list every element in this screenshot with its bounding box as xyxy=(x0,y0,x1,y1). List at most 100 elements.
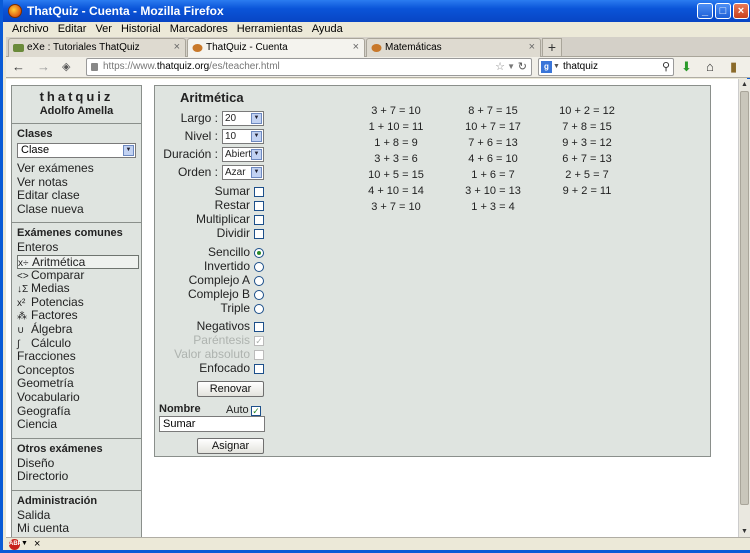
menu-marcadores[interactable]: Marcadores xyxy=(170,22,228,36)
scroll-up-arrow-icon[interactable]: ▲ xyxy=(739,79,750,90)
lock-icon xyxy=(91,63,98,71)
tab-label: ThatQuiz - Cuenta xyxy=(206,42,288,53)
search-magnifier-icon[interactable]: ⚲ xyxy=(662,59,670,75)
algebra-icon: ∪ xyxy=(17,324,25,336)
dividir-checkbox[interactable] xyxy=(254,229,264,239)
sidebar-link-salida[interactable]: Salida xyxy=(17,508,141,523)
history-dropdown-icon[interactable]: ▼ xyxy=(507,59,515,75)
sidebar-item-fracciones[interactable]: Fracciones xyxy=(17,349,141,364)
largo-value: 20 xyxy=(225,113,237,124)
google-search-engine-icon[interactable]: g xyxy=(541,61,552,73)
complejo-b-radio[interactable] xyxy=(254,290,264,300)
sidebar-item-geografia[interactable]: Geografía xyxy=(17,404,141,419)
class-select[interactable]: Clase ▼ xyxy=(17,143,136,158)
sidebar-link-directorio[interactable]: Directorio xyxy=(17,470,141,484)
tab-exe-tutoriales[interactable]: eXe : Tutoriales ThatQuiz × xyxy=(8,38,186,57)
sidebar-item-label: Factores xyxy=(31,308,78,323)
sidebar-link-clase-nueva[interactable]: Clase nueva xyxy=(17,202,141,217)
close-tab-icon[interactable]: × xyxy=(174,39,180,56)
scroll-down-arrow-icon[interactable]: ▼ xyxy=(739,526,750,537)
sidebar-link-mi-cuenta[interactable]: Mi cuenta xyxy=(17,522,141,536)
site-identity-icon[interactable]: ◈ xyxy=(62,60,70,74)
section-examenes-comunes: Exámenes comunes Enteros x÷ Aritmética <> Co… xyxy=(12,222,141,431)
bookmark-star-icon[interactable]: ☆ xyxy=(495,59,505,75)
triple-radio[interactable] xyxy=(254,304,264,314)
enfocado-checkbox[interactable] xyxy=(254,364,264,374)
sidebar-item-comparar[interactable]: <> Comparar xyxy=(17,267,141,283)
sidebar-link-ver-notas[interactable]: Ver notas xyxy=(17,175,141,190)
sumar-checkbox[interactable] xyxy=(254,187,264,197)
sidebar-item-label: Comparar xyxy=(31,267,85,282)
sidebar-link-diseno[interactable]: Diseño xyxy=(17,456,141,471)
sidebar-item-label: Potencias xyxy=(31,294,84,309)
vertical-scrollbar[interactable]: ▲ ▼ xyxy=(738,79,750,537)
adblock-dropdown-icon[interactable]: ▼ xyxy=(21,538,28,550)
parentesis-checkbox: ✓ xyxy=(254,336,264,346)
sidebar-item-label: Vocabulario xyxy=(17,389,80,404)
bookmarks-icon[interactable]: ▮ xyxy=(730,60,737,74)
search-bar[interactable]: g ▼ thatquiz ⚲ xyxy=(538,58,674,76)
adblock-icon[interactable]: ABP xyxy=(9,539,22,550)
close-tab-icon[interactable]: × xyxy=(529,39,535,56)
orden-select[interactable]: Azar ▼ xyxy=(222,165,264,180)
duracion-select[interactable]: Abierto ▼ xyxy=(222,147,264,162)
url-bar[interactable]: https://www.thatquiz.org/es/teacher.html… xyxy=(86,58,532,76)
close-window-button[interactable]: × xyxy=(733,3,749,19)
sidebar-item-algebra[interactable]: ∪ Álgebra xyxy=(17,322,141,337)
sidebar-item-vocabulario[interactable]: Vocabulario xyxy=(17,389,141,405)
sidebar-item-ciencia[interactable]: Ciencia xyxy=(17,417,141,432)
scroll-thumb[interactable] xyxy=(740,91,749,505)
sidebar-item-conceptos[interactable]: Conceptos xyxy=(17,363,141,378)
close-addon-bar-icon[interactable]: × xyxy=(34,538,40,550)
menu-ayuda[interactable]: Ayuda xyxy=(312,22,343,36)
orden-label: Orden : xyxy=(177,165,218,179)
menu-editar[interactable]: Editar xyxy=(58,22,87,36)
sidebar-link-ver-examenes[interactable]: Ver exámenes xyxy=(17,161,141,176)
close-tab-icon[interactable]: × xyxy=(353,39,359,56)
menu-archivo[interactable]: Archivo xyxy=(12,22,49,36)
sidebar-item-potencias[interactable]: x² Potencias xyxy=(17,294,141,310)
renovar-button[interactable]: Renovar xyxy=(197,381,264,397)
sidebar-item-medias[interactable]: ↓Σ Medias xyxy=(17,281,141,296)
auto-checkbox[interactable]: ✓ xyxy=(251,406,261,416)
new-tab-button[interactable]: + xyxy=(542,38,562,57)
engine-dropdown-icon[interactable]: ▼ xyxy=(553,59,560,75)
reload-icon[interactable]: ↻ xyxy=(518,59,527,75)
potencias-icon: x² xyxy=(17,297,26,309)
sidebar-item-geometria[interactable]: Geometría xyxy=(17,377,141,391)
nivel-value: 10 xyxy=(225,131,237,142)
restar-checkbox[interactable] xyxy=(254,201,264,211)
chevron-down-icon: ▼ xyxy=(251,113,262,124)
section-otros-examenes: Otros exámenes Diseño Directorio xyxy=(12,437,141,484)
download-arrow-icon[interactable]: ⬇ xyxy=(681,60,692,74)
nivel-select[interactable]: 10 ▼ xyxy=(222,129,264,144)
menu-historial[interactable]: Historial xyxy=(121,22,161,36)
negativos-checkbox[interactable] xyxy=(254,322,264,332)
sidebar-item-aritmetica[interactable]: x÷ Aritmética xyxy=(17,254,139,269)
back-arrow-icon[interactable]: ← xyxy=(12,60,25,74)
tab-matematicas[interactable]: Matemáticas × xyxy=(366,38,541,57)
largo-select[interactable]: 20 ▼ xyxy=(222,111,264,126)
minimize-button[interactable]: _ xyxy=(697,3,713,19)
sidebar-item-factores[interactable]: ⁂ Factores xyxy=(17,309,141,323)
sidebar-item-enteros[interactable]: Enteros xyxy=(17,241,141,255)
sidebar-link-editar-clase[interactable]: Editar clase xyxy=(17,189,141,203)
sencillo-label: Sencillo xyxy=(207,245,250,259)
nombre-input[interactable]: Sumar xyxy=(159,416,265,432)
asignar-button[interactable]: Asignar xyxy=(197,438,264,454)
tab-thatquiz-cuenta[interactable]: ThatQuiz - Cuenta × xyxy=(187,38,365,58)
menu-herramientas[interactable]: Herramientas xyxy=(237,22,303,36)
sencillo-radio[interactable] xyxy=(254,248,264,258)
multiplicar-checkbox[interactable] xyxy=(254,215,264,225)
invertido-radio[interactable] xyxy=(254,262,264,272)
menu-ver[interactable]: Ver xyxy=(95,22,112,36)
search-input[interactable]: thatquiz xyxy=(563,61,598,72)
parentesis-label: Paréntesis xyxy=(193,333,250,347)
complejo-a-radio[interactable] xyxy=(254,276,264,286)
sidebar-item-calculo[interactable]: ∫ Cálculo xyxy=(17,336,141,351)
section-clases: Clases Clase ▼ Ver exámenes Ver notas Edit… xyxy=(12,123,141,216)
forward-arrow-icon[interactable]: → xyxy=(37,60,50,74)
maximize-button[interactable]: □ xyxy=(715,3,731,19)
brand-logo: thatquiz xyxy=(39,89,114,104)
home-icon[interactable]: ⌂ xyxy=(706,60,714,74)
